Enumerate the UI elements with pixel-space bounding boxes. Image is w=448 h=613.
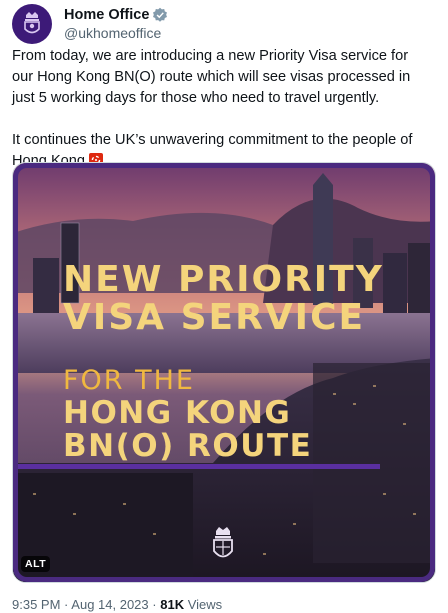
verified-badge-icon [153, 7, 168, 22]
media-subline-1: FOR THE [63, 365, 195, 396]
views-label: Views [187, 597, 223, 612]
media-subline-2: HONG KONG [63, 395, 292, 431]
alt-text-badge[interactable]: ALT [21, 556, 51, 572]
media-headline: NEW PRIORITY VISA SERVICE [63, 261, 384, 337]
tweet-header: Home Office @ukhomeoffice [12, 4, 436, 44]
accent-bar [18, 464, 380, 469]
tweet-time[interactable]: 9:35 PM [12, 597, 60, 612]
tweet-paragraph-1: From today, we are introducing a new Pri… [12, 48, 411, 106]
media-subline-3: BN(O) ROUTE [63, 428, 313, 464]
royal-crest-watermark-icon [213, 527, 233, 558]
avatar[interactable] [12, 4, 52, 44]
royal-crest-icon [24, 12, 40, 34]
display-name[interactable]: Home Office [64, 6, 149, 24]
display-name-row[interactable]: Home Office [64, 6, 168, 24]
media-subline-route: HONG KONG BN(O) ROUTE [63, 397, 312, 463]
tweet-meta: 9:35 PM · Aug 14, 2023 · 81K Views [12, 597, 222, 613]
media-headline-line-2: VISA SERVICE [63, 297, 366, 338]
tweet-date[interactable]: Aug 14, 2023 [71, 597, 148, 612]
meta-separator-2: · [152, 597, 157, 612]
author-names: Home Office @ukhomeoffice [64, 6, 168, 42]
tweet-media-image[interactable]: NEW PRIORITY VISA SERVICE FOR THE HONG K… [12, 162, 436, 583]
views-count: 81K [160, 597, 185, 612]
meta-separator: · [64, 597, 69, 612]
author-handle[interactable]: @ukhomeoffice [64, 24, 168, 42]
media-headline-line-1: NEW PRIORITY [63, 259, 384, 300]
